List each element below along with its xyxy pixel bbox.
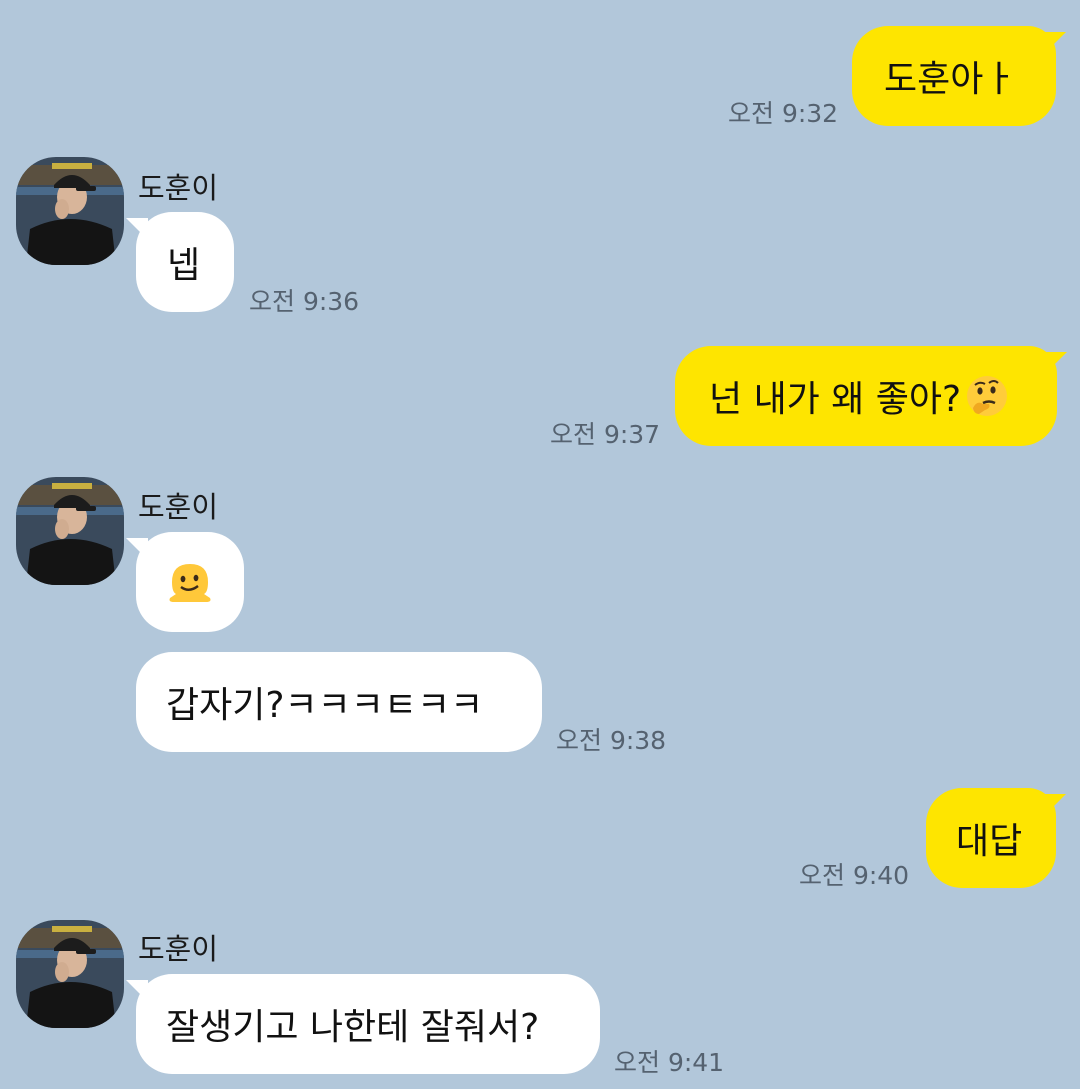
sent-message-bubble[interactable]: 넌 내가 왜 좋아? bbox=[675, 346, 1067, 446]
avatar-photo-icon bbox=[16, 157, 124, 265]
message-timestamp: 오전 9:40 bbox=[799, 861, 910, 890]
message-timestamp: 오전 9:41 bbox=[614, 1048, 725, 1077]
message-timestamp: 오전 9:37 bbox=[550, 420, 661, 449]
bubble-tail bbox=[1044, 794, 1066, 816]
bubble-tail bbox=[1045, 352, 1067, 374]
bubble-tail bbox=[126, 980, 148, 1002]
bubble-tail bbox=[126, 218, 148, 240]
avatar[interactable] bbox=[16, 477, 124, 585]
message-timestamp: 오전 9:32 bbox=[728, 99, 839, 128]
message-text: 갑자기?ㅋㅋㅋㅌㅋㅋ bbox=[166, 685, 484, 726]
chat-area[interactable]: 오전 9:32 도훈아ㅏ 도훈이 넵 오전 9:36 오전 9:37 넌 내가 … bbox=[0, 0, 1080, 1089]
message-text: 대답 bbox=[956, 821, 1023, 862]
avatar-photo-icon bbox=[16, 920, 124, 1028]
thinking-face-icon bbox=[965, 374, 1009, 418]
message-timestamp: 오전 9:36 bbox=[249, 287, 360, 316]
avatar-photo-icon bbox=[16, 477, 124, 585]
sent-message-bubble[interactable]: 대답 bbox=[926, 788, 1066, 888]
sender-name: 도훈이 bbox=[138, 171, 219, 205]
sender-name: 도훈이 bbox=[138, 932, 219, 966]
bubble-tail bbox=[126, 538, 148, 560]
message-text: 넵 bbox=[167, 245, 201, 286]
sent-message-bubble[interactable]: 도훈아ㅏ bbox=[852, 26, 1066, 126]
melting-face-icon bbox=[166, 558, 214, 606]
received-message-bubble[interactable] bbox=[126, 532, 244, 632]
message-timestamp: 오전 9:38 bbox=[556, 726, 667, 755]
received-message-bubble[interactable]: 갑자기?ㅋㅋㅋㅌㅋㅋ bbox=[136, 652, 542, 752]
avatar[interactable] bbox=[16, 157, 124, 265]
avatar[interactable] bbox=[16, 920, 124, 1028]
message-text: 넌 내가 왜 좋아? bbox=[709, 379, 962, 420]
message-text: 도훈아ㅏ bbox=[884, 59, 1017, 100]
sender-name: 도훈이 bbox=[138, 490, 219, 524]
received-message-bubble[interactable]: 넵 bbox=[126, 212, 234, 312]
bubble-tail bbox=[1044, 32, 1066, 54]
message-text: 잘생기고 나한테 잘줘서? bbox=[166, 1007, 540, 1048]
received-message-bubble[interactable]: 잘생기고 나한테 잘줘서? bbox=[126, 974, 600, 1074]
